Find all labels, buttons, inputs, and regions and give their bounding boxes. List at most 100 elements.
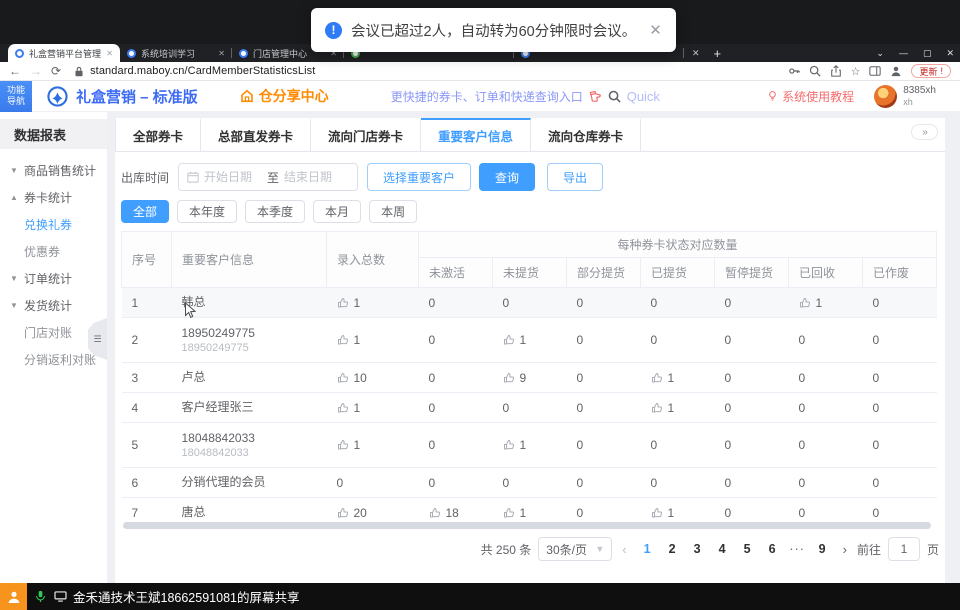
customer-cell[interactable]: 唐总 [172,498,327,520]
quick-range-button[interactable]: 本年度 [177,200,237,223]
value-cell[interactable]: 1 [789,288,863,318]
query-button[interactable]: 查询 [479,163,535,191]
zoom-icon[interactable] [809,65,821,77]
value-cell[interactable]: 1 [327,393,419,423]
start-date-input[interactable] [204,170,262,184]
tab-close-icon[interactable]: ✕ [218,49,225,58]
quick-range-button[interactable]: 本月 [313,200,361,223]
content-tab[interactable]: 流向门店券卡 [311,118,421,151]
sidebar-item[interactable]: 兑换礼券 [0,211,107,238]
value-cell[interactable]: 1 [641,393,715,423]
quick-range-button[interactable]: 全部 [121,200,169,223]
end-date-input[interactable] [284,170,342,184]
bookmark-star-icon[interactable]: ☆ [851,65,861,78]
linked-value[interactable]: 1 [337,438,409,452]
page-size-select[interactable]: 30条/页 ▼ [538,537,612,561]
password-key-icon[interactable] [788,65,800,77]
value-cell[interactable]: 1 [641,498,715,520]
reload-button[interactable]: ⟳ [51,65,61,77]
linked-value[interactable]: 10 [337,371,409,385]
minimize-button[interactable]: — [899,48,908,58]
quick-range-button[interactable]: 本周 [369,200,417,223]
value-cell[interactable]: 1 [327,318,419,363]
value-cell[interactable]: 1 [327,423,419,468]
value-cell[interactable]: 9 [493,363,567,393]
page-number[interactable]: 6 [762,537,783,561]
profile-icon[interactable] [890,65,902,77]
linked-value[interactable]: 1 [651,371,705,385]
select-customer-button[interactable]: 选择重要客户 [367,163,471,191]
side-panel-icon[interactable] [869,65,881,77]
restore-button[interactable]: ▢ [923,48,932,59]
linked-value[interactable]: 9 [503,371,557,385]
value-cell[interactable]: 1 [641,363,715,393]
date-range-picker[interactable]: 至 [178,163,358,191]
page-number[interactable]: 2 [662,537,683,561]
sidebar-item[interactable]: ▼发货统计 [0,292,107,319]
customer-cell[interactable]: 1804884203318048842033 [172,423,327,468]
page-number[interactable]: 1 [637,537,658,561]
value-cell[interactable]: 1 [493,498,567,520]
customer-cell[interactable]: 分销代理的会员 [172,468,327,498]
toast-close-icon[interactable]: ✕ [649,21,662,39]
sidebar-item[interactable]: 优惠券 [0,238,107,265]
tab-close-icon[interactable]: ✕ [106,49,113,58]
browser-tab[interactable]: 系统培训学习✕ [120,44,232,62]
value-cell[interactable]: 1 [493,318,567,363]
export-button[interactable]: 导出 [547,163,603,191]
content-tab[interactable]: 流向仓库券卡 [531,118,641,151]
sharer-avatar-icon[interactable] [0,583,27,610]
page-number[interactable]: ··· [787,537,808,561]
window-close-button[interactable]: ✕ [946,48,954,59]
customer-cell[interactable]: 卢总 [172,363,327,393]
goto-page-input[interactable] [888,537,920,561]
share-center-link[interactable]: 仓分享中心 [240,86,329,106]
linked-value[interactable]: 18 [429,506,483,520]
share-icon[interactable] [830,65,842,77]
search-icon[interactable] [608,90,621,103]
prev-page-button[interactable]: ‹ [619,542,629,557]
browser-tab[interactable]: 礼盒营销平台管理中心✕ [8,44,120,62]
linked-value[interactable]: 1 [337,401,409,415]
sidebar-item[interactable]: ▼订单统计 [0,265,107,292]
value-cell[interactable]: 18 [419,498,493,520]
page-number[interactable]: 3 [687,537,708,561]
linked-value[interactable]: 1 [337,296,409,310]
linked-value[interactable]: 1 [799,296,853,310]
panel-collapse-button[interactable]: » [911,124,938,140]
value-cell[interactable]: 10 [327,363,419,393]
customer-cell[interactable]: 客户经理张三 [172,393,327,423]
scrollbar-thumb[interactable] [123,522,931,529]
content-tab[interactable]: 全部券卡 [115,118,201,151]
next-page-button[interactable]: › [840,542,850,557]
user-avatar[interactable] [874,85,897,108]
quick-range-button[interactable]: 本季度 [245,200,305,223]
address-bar[interactable]: standard.maboy.cn/CardMemberStatisticsLi… [74,65,315,77]
linked-value[interactable]: 1 [503,506,557,520]
browser-menu-icon[interactable]: ⌄ [876,48,884,59]
linked-value[interactable]: 1 [651,401,705,415]
function-nav-toggle[interactable]: 功能 导航 [0,81,32,112]
linked-value[interactable]: 1 [337,333,409,347]
sidebar-item[interactable]: ▲券卡统计 [0,184,107,211]
value-cell[interactable]: 20 [327,498,419,520]
value-cell[interactable]: 1 [327,288,419,318]
linked-value[interactable]: 1 [503,438,557,452]
tutorial-link[interactable]: 系统使用教程 [767,88,854,105]
back-button[interactable]: ← [9,65,21,77]
linked-value[interactable]: 1 [503,333,557,347]
page-number[interactable]: 5 [737,537,758,561]
content-tab[interactable]: 总部直发券卡 [201,118,311,151]
value-cell[interactable]: 1 [493,423,567,468]
page-number[interactable]: 9 [812,537,833,561]
forward-button[interactable]: → [30,65,42,77]
page-number[interactable]: 4 [712,537,733,561]
tab-close-icon[interactable]: ✕ [692,48,700,59]
chrome-update-button[interactable]: 更新 ! [911,64,951,78]
content-tab[interactable]: 重要客户信息 [421,118,531,151]
quick-entry-link[interactable]: 更快捷的券卡、订单和快递查询入口 Quick [391,88,660,105]
customer-cell[interactable]: 1895024977518950249775 [172,318,327,363]
new-tab-button[interactable]: + [714,46,722,61]
sidebar-item[interactable]: ▼商品销售统计 [0,157,107,184]
linked-value[interactable]: 1 [651,506,705,520]
